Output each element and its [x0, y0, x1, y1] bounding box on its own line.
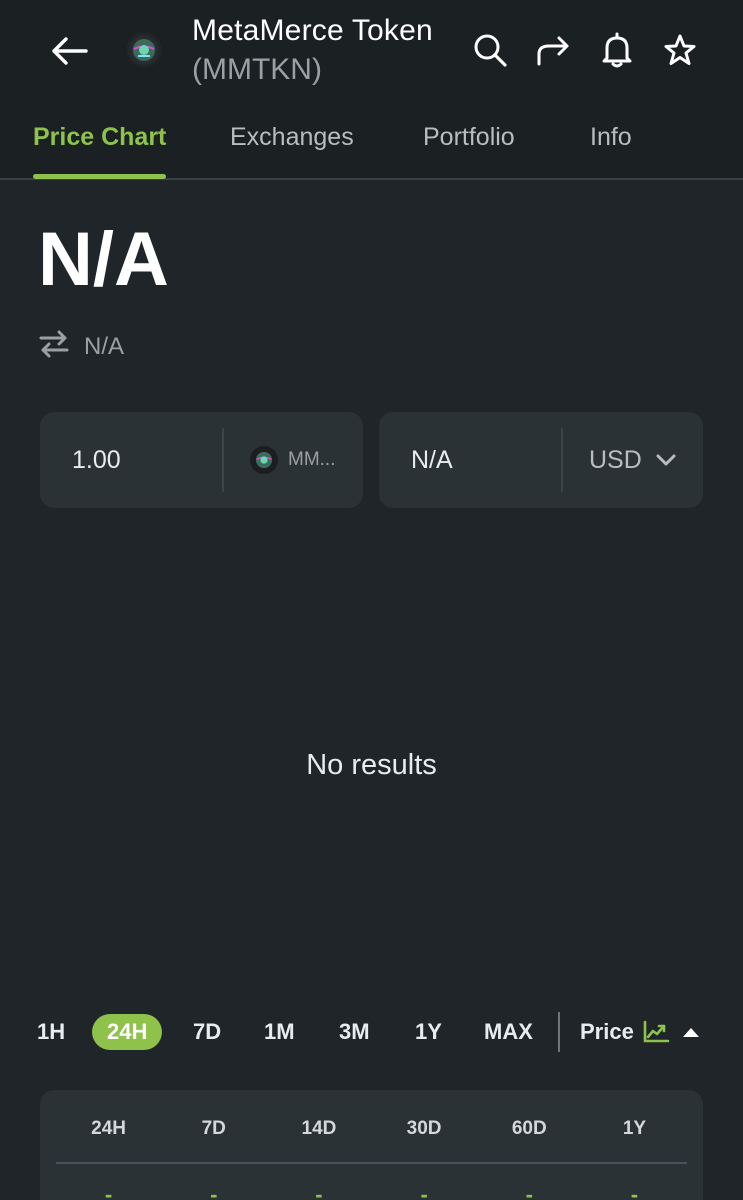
range-1h[interactable]: 1H — [37, 1014, 65, 1050]
range-3m[interactable]: 3M — [339, 1014, 370, 1050]
change-value: - — [104, 1182, 113, 1200]
range-1y[interactable]: 1Y — [415, 1014, 442, 1050]
token-selector[interactable]: MM... — [250, 412, 336, 508]
token-amount-card: 1.00 MM... — [40, 412, 363, 508]
divider — [561, 428, 563, 492]
change-value: - — [420, 1182, 428, 1200]
chart-metric-toggle[interactable]: Price — [580, 1014, 700, 1050]
back-arrow-icon[interactable] — [46, 28, 92, 74]
divider — [56, 1162, 687, 1164]
token-logo — [250, 446, 278, 474]
star-icon[interactable] — [660, 30, 700, 70]
token-symbol: MM... — [288, 449, 336, 470]
header-title-block: MetaMerce Token (MMTKN) — [192, 12, 433, 90]
column-header: 24H — [91, 1118, 127, 1139]
active-tab-indicator — [33, 174, 166, 179]
range-max[interactable]: MAX — [484, 1014, 533, 1050]
metric-label: Price — [580, 1019, 634, 1044]
column-header: 1Y — [622, 1118, 647, 1139]
converted-amount: N/A — [411, 446, 453, 474]
currency-label: USD — [589, 445, 642, 474]
price-change-table: 24H 7D 14D 30D 60D 1Y - - - - - - — [40, 1090, 703, 1200]
tab-portfolio[interactable]: Portfolio — [423, 120, 515, 154]
line-chart-icon — [642, 1020, 670, 1044]
column-header: 14D — [301, 1118, 337, 1139]
page-title: MetaMerce Token — [192, 14, 433, 47]
range-7d[interactable]: 7D — [193, 1014, 221, 1050]
change-value: - — [525, 1182, 533, 1200]
share-icon[interactable] — [533, 30, 573, 70]
chart-empty-message: No results — [306, 749, 437, 781]
token-ticker: (MMTKN) — [192, 53, 322, 86]
column-header: 30D — [406, 1118, 442, 1139]
converted-price: N/A — [84, 332, 125, 360]
currency-amount-card: N/A USD — [379, 412, 703, 508]
divider — [222, 428, 224, 492]
column-header: 60D — [511, 1118, 547, 1139]
table-row: - - - - - - — [56, 1182, 687, 1200]
column-header: 7D — [201, 1118, 226, 1139]
tab-exchanges[interactable]: Exchanges — [230, 120, 354, 154]
tab-price-chart[interactable]: Price Chart — [33, 120, 166, 154]
app-header: MetaMerce Token (MMTKN) — [0, 0, 743, 100]
token-logo — [124, 30, 164, 70]
tab-info[interactable]: Info — [590, 120, 632, 154]
swap-icon[interactable] — [38, 330, 70, 363]
search-icon[interactable] — [470, 30, 510, 70]
divider — [558, 1012, 560, 1052]
amount-input[interactable]: 1.00 — [72, 442, 121, 478]
change-value: - — [210, 1182, 218, 1200]
currency-selector[interactable]: USD — [589, 412, 676, 508]
bell-icon[interactable] — [597, 30, 637, 70]
range-1m[interactable]: 1M — [264, 1014, 295, 1050]
chevron-down-icon — [656, 453, 676, 467]
caret-up-icon — [682, 1026, 700, 1038]
tab-bar: Price Chart Exchanges Portfolio Info — [0, 100, 743, 180]
change-value: - — [630, 1182, 639, 1200]
converted-price-row: N/A — [38, 330, 124, 363]
table-header-row: 24H 7D 14D 30D 60D 1Y — [56, 1118, 687, 1140]
change-value: - — [315, 1182, 323, 1200]
range-24h[interactable]: 24H — [92, 1014, 163, 1050]
time-range-selector: 1H 24H 7D 1M 3M 1Y MAX Price — [0, 1008, 743, 1056]
current-price: N/A — [38, 217, 169, 302]
